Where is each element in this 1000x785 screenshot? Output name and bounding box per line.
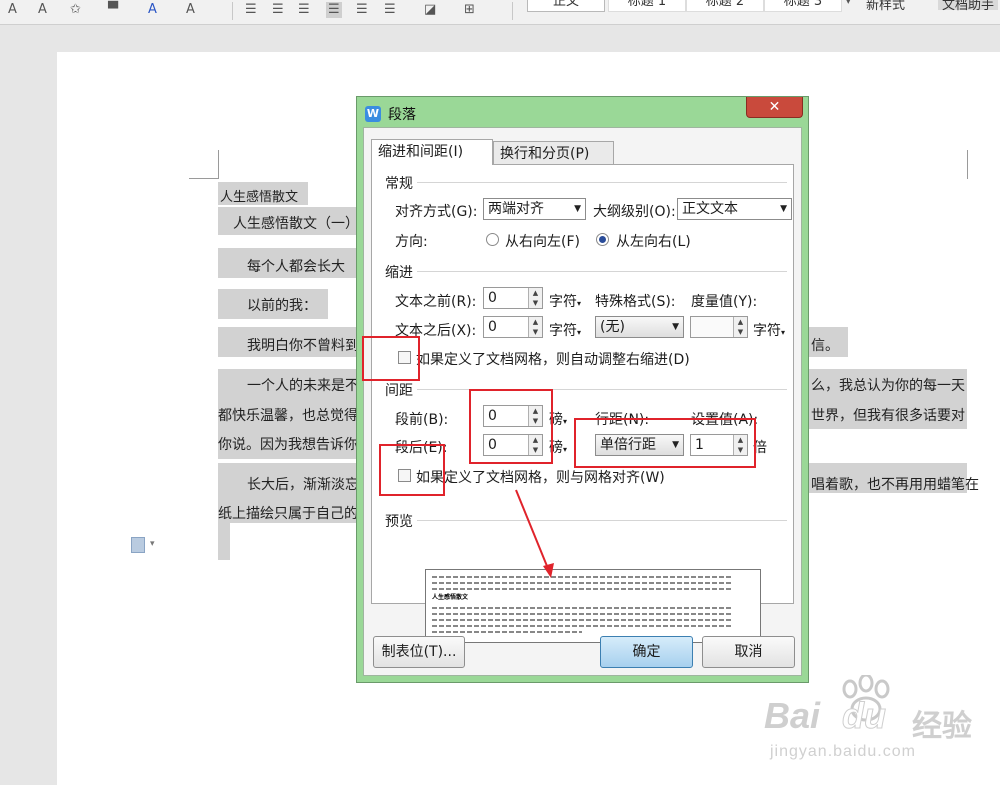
annotation-arrow-icon [515, 489, 554, 578]
watermark-brand: Bai du [764, 695, 887, 737]
watermark-brand-b: du [842, 695, 887, 737]
baidu-jingyan-watermark: Bai du 经验 jingyan.baidu.com [762, 675, 1000, 785]
tab-indent-spacing[interactable]: 缩进和间距(I) [371, 139, 493, 165]
watermark-cn: 经验 [912, 709, 972, 744]
watermark-url: jingyan.baidu.com [770, 743, 916, 760]
watermark-brand-a: Bai [764, 695, 821, 736]
